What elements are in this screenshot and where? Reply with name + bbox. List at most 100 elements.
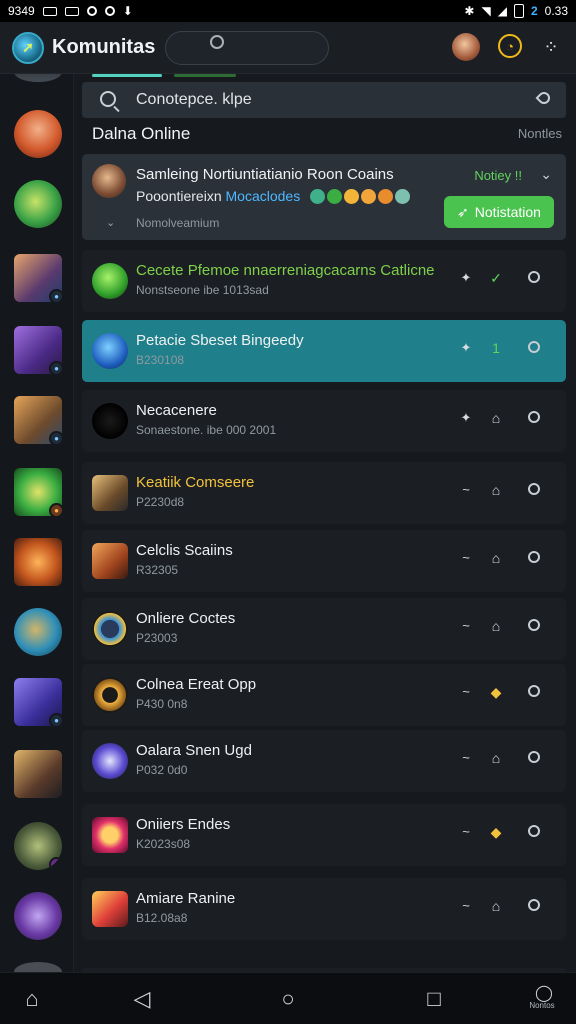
- notification-icon: [64, 6, 79, 16]
- row-action-icon[interactable]: ⌂: [488, 898, 504, 914]
- row-action-icon[interactable]: ⌂: [488, 550, 504, 566]
- sparkle-icon[interactable]: ✦: [458, 410, 474, 426]
- rail-avatar[interactable]: ●: [14, 822, 62, 870]
- row-action-icon[interactable]: ◆: [488, 824, 504, 841]
- sparkle-icon[interactable]: ~: [458, 550, 474, 565]
- header-search-input[interactable]: [165, 30, 330, 65]
- row-select-icon[interactable]: [526, 340, 542, 356]
- sparkle-icon[interactable]: ~: [458, 482, 474, 497]
- row-action-icon[interactable]: ⌂: [488, 410, 504, 426]
- channel-search-input[interactable]: Conotepce. klpe: [82, 82, 566, 118]
- status-badge: ●: [49, 431, 62, 444]
- sparkle-icon[interactable]: ~: [458, 750, 474, 765]
- notification-button[interactable]: ➶ Notistation: [444, 196, 554, 228]
- channel-row[interactable]: Oalara Snen Ugd P032 0d0 ~ ⌂: [82, 730, 566, 792]
- channel-name: Celclis Scaiins: [136, 542, 233, 559]
- rail-avatar[interactable]: ●: [14, 678, 62, 726]
- row-select-icon[interactable]: [526, 898, 542, 914]
- section-note[interactable]: Nontles: [518, 126, 562, 141]
- channel-row[interactable]: Cecete Pfemoe nnaerreniagcacarns Catlicn…: [82, 250, 566, 312]
- circle-icon: [528, 411, 540, 423]
- row-select-icon[interactable]: [526, 824, 542, 840]
- app-logo-icon[interactable]: ➚: [12, 31, 44, 64]
- rail-avatar[interactable]: [14, 74, 62, 82]
- notice-line2-prefix: Pooontiereixn: [136, 188, 222, 204]
- rail-avatar[interactable]: ●: [14, 326, 62, 374]
- back-icon[interactable]: ◁: [128, 985, 156, 1013]
- channel-subtitle: B230108: [136, 353, 185, 367]
- channel-row[interactable]: Necacenere Sonaestone. ibe 000 2001 ✦ ⌂: [82, 390, 566, 452]
- row-select-icon[interactable]: [526, 750, 542, 766]
- section-title: Dalna Online: [92, 124, 191, 143]
- user-avatar[interactable]: [452, 33, 480, 61]
- notification-button-label: Notistation: [474, 204, 541, 220]
- channel-name: Keatiik Comseere: [136, 474, 255, 491]
- rail-avatar[interactable]: [14, 538, 62, 586]
- rail-avatar[interactable]: [14, 892, 62, 940]
- channel-name: Colnea Ereat Opp: [136, 676, 257, 693]
- rail-avatar[interactable]: [14, 110, 62, 158]
- rail-avatar[interactable]: [14, 750, 62, 798]
- row-action-icon[interactable]: ◆: [488, 684, 504, 701]
- status-badge: ●: [49, 857, 62, 870]
- notice-card[interactable]: Samleing Nortiuntiatianio Roon Coains Po…: [82, 154, 566, 240]
- channel-name: Amiare Ranine: [136, 890, 236, 907]
- channel-row[interactable]: Amiare Ranine B12.08a8 ~ ⌂: [82, 878, 566, 940]
- sync-icon: [86, 6, 97, 16]
- sparkle-icon[interactable]: ~: [458, 684, 474, 699]
- clock-badge-icon[interactable]: ◔: [498, 34, 522, 58]
- row-action-icon[interactable]: 1: [488, 340, 504, 356]
- row-select-icon[interactable]: [526, 618, 542, 634]
- row-select-icon[interactable]: [526, 684, 542, 700]
- download-icon: ⬇: [122, 4, 133, 18]
- recents-icon[interactable]: □: [420, 985, 448, 1013]
- channel-subtitle: K2023s08: [136, 837, 191, 851]
- channel-row[interactable]: Keatiik Comseere P2230d8 ~ ⌂: [82, 462, 566, 524]
- circle-icon: [528, 751, 540, 763]
- wifi-icon: ◥: [481, 4, 491, 18]
- rail-avatar[interactable]: [14, 608, 62, 656]
- rail-avatar[interactable]: ●: [14, 396, 62, 444]
- emoji-reactions[interactable]: [310, 188, 412, 204]
- channel-row[interactable]: Oniiers Endes K2023s08 ~ ◆: [82, 804, 566, 866]
- channel-row[interactable]: Onliere Coctes P23003 ~ ⌂: [82, 598, 566, 660]
- channel-row[interactable]: Celclis Scaiins R32305 ~ ⌂: [82, 530, 566, 592]
- row-action-icon[interactable]: ⌂: [488, 482, 504, 498]
- row-select-icon[interactable]: [526, 270, 542, 286]
- home-circle-icon[interactable]: ○: [274, 985, 302, 1013]
- rail-avatar[interactable]: [14, 962, 62, 972]
- sparkle-icon[interactable]: ✦: [458, 270, 474, 286]
- location-pin-icon[interactable]: [535, 89, 553, 107]
- channel-icon: [92, 817, 128, 853]
- notice-label: Notiey !!: [474, 168, 522, 183]
- emoji-icon: [378, 189, 394, 204]
- circle-icon: [528, 825, 540, 837]
- circle-icon: [528, 899, 540, 911]
- rail-avatar[interactable]: ●: [14, 468, 62, 516]
- channel-row[interactable]: Petacie Sbeset Bingeedy B230108 ✦ 1: [82, 320, 566, 382]
- row-action-icon[interactable]: ⌂: [488, 618, 504, 634]
- notification-icon: [42, 6, 57, 16]
- rail-avatar[interactable]: ●: [14, 254, 62, 302]
- chevron-down-icon[interactable]: ⌄: [540, 166, 552, 183]
- row-select-icon[interactable]: [526, 410, 542, 426]
- chevron-down-icon[interactable]: ⌄: [106, 216, 115, 229]
- sparkle-icon[interactable]: ✦: [458, 340, 474, 356]
- sparkle-icon[interactable]: ~: [458, 824, 474, 839]
- row-action-icon[interactable]: ⌂: [488, 750, 504, 766]
- channel-name: Oalara Snen Ugd: [136, 742, 252, 759]
- channel-row[interactable]: Colnea Ereat Opp P430 0n8 ~ ◆: [82, 664, 566, 726]
- row-action-icon[interactable]: ✓: [488, 270, 504, 287]
- sparkle-icon[interactable]: ~: [458, 898, 474, 913]
- sparkle-icon[interactable]: ~: [458, 618, 474, 633]
- home-icon[interactable]: ⌂: [18, 985, 46, 1013]
- status-time-left: 9349: [8, 4, 35, 18]
- status-badge: ●: [49, 713, 62, 726]
- notice-line2-highlight[interactable]: Mocaclodes: [226, 188, 301, 204]
- notice-avatar: [92, 164, 126, 198]
- row-select-icon[interactable]: [526, 550, 542, 566]
- rail-avatar[interactable]: [14, 180, 62, 228]
- menu-icon[interactable]: ⁘: [540, 36, 562, 58]
- channel-subtitle: Sonaestone. ibe 000 2001: [136, 423, 277, 437]
- row-select-icon[interactable]: [526, 482, 542, 498]
